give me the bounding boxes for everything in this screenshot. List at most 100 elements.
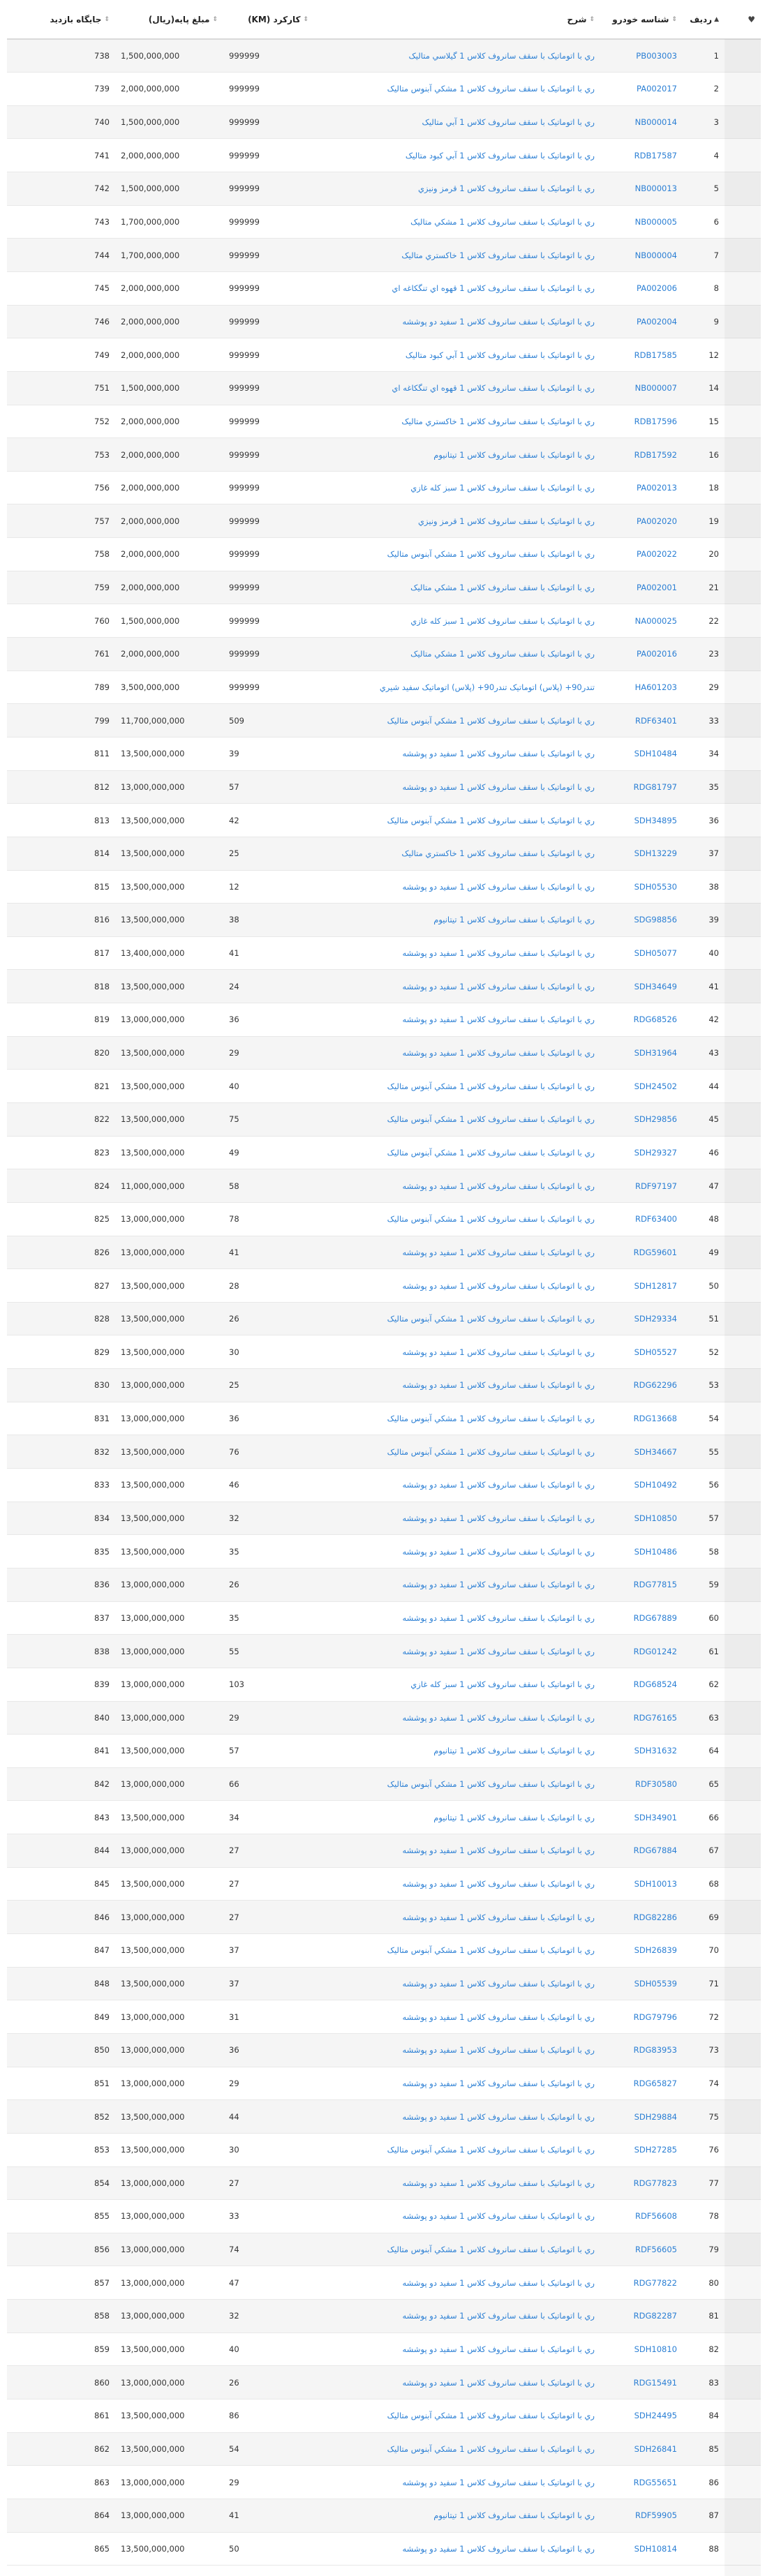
table-row[interactable]: 39 SDG98856 ري با اتوماتيک با سقف سانروف ک… [7,903,761,937]
vehicle-id-link[interactable]: RDF56605 [635,2245,677,2254]
sort-icon[interactable]: ⇕ [212,16,218,23]
vehicle-description-link[interactable]: ري با اتوماتيک با سقف سانروف کلاس 1 سفيد… [402,1613,595,1623]
row-select-cell[interactable] [725,1534,761,1568]
row-select-cell[interactable] [725,2133,761,2167]
vehicle-description-link[interactable]: ري با اتوماتيک با سقف سانروف کلاس 1 مشکي… [387,816,595,825]
vehicle-description-link[interactable]: ري با اتوماتيک با سقف سانروف کلاس 1 سفيد… [402,782,595,792]
table-row[interactable]: 49 RDG59601 ري با اتوماتيک با سقف سانروف ک… [7,1236,761,1270]
vehicle-id-link[interactable]: PB003003 [636,51,677,61]
row-select-cell[interactable] [725,1634,761,1668]
vehicle-id-link[interactable]: RDG76165 [634,1713,677,1723]
row-select-cell[interactable] [725,1468,761,1502]
row-select-cell[interactable] [725,1767,761,1802]
table-row[interactable]: 73 RDG83953 ري با اتوماتيک با سقف سانروف ک… [7,2033,761,2067]
vehicle-id-link[interactable]: RDG68524 [634,1679,677,1689]
vehicle-description-link[interactable]: ري با اتوماتيک با سقف سانروف کلاس 1 سفيد… [402,2478,595,2487]
vehicle-id-link[interactable]: SDH13229 [634,848,677,858]
vehicle-id-link[interactable]: SDH31632 [634,1746,677,1755]
vehicle-description-link[interactable]: ري با اتوماتيک با سقف سانروف کلاس 1 تيتا… [433,1813,595,1822]
vehicle-description-link[interactable]: ري با اتوماتيک با سقف سانروف کلاس 1 مشکي… [387,1081,595,1091]
row-select-cell[interactable] [725,2432,761,2466]
vehicle-description-link[interactable]: ري با اتوماتيک با سقف سانروف کلاس 1 مشکي… [387,1779,595,1789]
vehicle-id-link[interactable]: SDG98856 [634,915,677,924]
vehicle-description-link[interactable]: ري با اتوماتيک با سقف سانروف کلاس 1 سفيد… [402,1281,595,1291]
table-row[interactable]: 44 SDH24502 ري با اتوماتيک با سقف سانروف ک… [7,1069,761,1103]
table-row[interactable]: 41 SDH34649 ري با اتوماتيک با سقف سانروف ک… [7,969,761,1004]
table-row[interactable]: 23 PA002016 ري با اتوماتيک با سقف سانروف ک… [7,637,761,671]
table-row[interactable]: 81 RDG82287 ري با اتوماتيک با سقف سانروف ک… [7,2299,761,2333]
row-select-cell[interactable] [725,1834,761,1868]
vehicle-description-link[interactable]: ري با اتوماتيک با سقف سانروف کلاس 1 قرمز… [418,184,595,193]
row-select-cell[interactable] [725,2465,761,2499]
table-row[interactable]: 54 RDG13668 ري با اتوماتيک با سقف سانروف ک… [7,1402,761,1436]
vehicle-id-link[interactable]: SDH29856 [634,1114,677,1124]
vehicle-id-link[interactable]: SDH26839 [634,1945,677,1955]
table-row[interactable]: 76 SDH27285 ري با اتوماتيک با سقف سانروف ک… [7,2133,761,2167]
row-select-cell[interactable] [725,1402,761,1436]
row-select-cell[interactable] [725,271,761,306]
vehicle-description-link[interactable]: ري با اتوماتيک با سقف سانروف کلاس 1 مشکي… [410,217,595,227]
table-row[interactable]: 78 RDF56608 ري با اتوماتيک با سقف سانروف ک… [7,2199,761,2233]
row-select-cell[interactable] [725,2532,761,2566]
vehicle-id-link[interactable]: SDH05530 [634,882,677,892]
table-row[interactable]: 62 RDG68524 ري با اتوماتيک با سقف سانروف ک… [7,1668,761,1702]
vehicle-id-link[interactable]: RDG79796 [634,2012,677,2022]
vehicle-description-link[interactable]: ري با اتوماتيک با سقف سانروف کلاس 1 سفيد… [402,1513,595,1523]
row-select-cell[interactable] [725,105,761,140]
row-select-cell[interactable] [725,39,761,73]
table-row[interactable]: 40 SDH05077 ري با اتوماتيک با سقف سانروف ک… [7,936,761,971]
table-row[interactable]: 69 RDG82286 ري با اتوماتيک با سقف سانروف ک… [7,1900,761,1935]
vehicle-id-link[interactable]: SDH34667 [634,1447,677,1457]
vehicle-id-link[interactable]: SDH10013 [634,1879,677,1889]
row-select-cell[interactable] [725,2299,761,2333]
row-select-cell[interactable] [725,671,761,705]
vehicle-description-link[interactable]: ري با اتوماتيک با سقف سانروف کلاس 1 تيتا… [433,450,595,460]
row-select-cell[interactable] [725,537,761,571]
vehicle-id-link[interactable]: RDG67884 [634,1845,677,1855]
vehicle-description-link[interactable]: ري با اتوماتيک با سقف سانروف کلاس 1 مشکي… [410,583,595,592]
row-select-cell[interactable] [725,1734,761,1768]
row-select-cell[interactable] [725,205,761,239]
row-select-cell[interactable] [725,1601,761,1635]
vehicle-id-link[interactable]: SDH05527 [634,1347,677,1357]
vehicle-id-link[interactable]: RDF63401 [635,716,677,726]
header-vehicle-id[interactable]: ⇕شناسه خودرو [600,0,683,40]
row-select-cell[interactable] [725,2399,761,2433]
vehicle-description-link[interactable]: ري با اتوماتيک با سقف سانروف کلاس 1 سفيد… [402,1248,595,1257]
table-row[interactable]: 63 RDG76165 ري با اتوماتيک با سقف سانروف ک… [7,1701,761,1735]
table-row[interactable]: 15 RDB17596 ري با اتوماتيک با سقف سانروف ک… [7,405,761,439]
vehicle-id-link[interactable]: RDF59905 [635,2510,677,2520]
vehicle-id-link[interactable]: RDB17585 [634,350,677,360]
vehicle-description-link[interactable]: ري با اتوماتيک با سقف سانروف کلاس 1 خاکس… [401,848,595,858]
vehicle-description-link[interactable]: ري با اتوماتيک با سقف سانروف کلاس 1 سفيد… [402,2045,595,2055]
vehicle-description-link[interactable]: ري با اتوماتيک با سقف سانروف کلاس 1 مشکي… [387,549,595,559]
vehicle-description-link[interactable]: ري با اتوماتيک با سقف سانروف کلاس 1 مشکي… [387,1214,595,1224]
row-select-cell[interactable] [725,1036,761,1070]
vehicle-id-link[interactable]: PA002016 [637,649,677,659]
table-row[interactable]: 68 SDH10013 ري با اتوماتيک با سقف سانروف ک… [7,1867,761,1901]
vehicle-description-link[interactable]: ري با اتوماتيک با سقف سانروف کلاس 1 آبي … [422,117,595,127]
table-row[interactable]: 55 SDH34667 ري با اتوماتيک با سقف سانروف ک… [7,1435,761,1469]
table-row[interactable]: 60 RDG67889 ري با اتوماتيک با سقف سانروف ک… [7,1601,761,1635]
sort-icon[interactable]: ⇕ [104,16,110,23]
row-select-cell[interactable] [725,1003,761,1037]
vehicle-description-link[interactable]: ري با اتوماتيک با سقف سانروف کلاس 1 سفيد… [402,1879,595,1889]
table-row[interactable]: 66 SDH34901 ري با اتوماتيک با سقف سانروف ک… [7,1800,761,1835]
row-select-cell[interactable] [725,1668,761,1702]
vehicle-id-link[interactable]: PA002013 [637,483,677,493]
vehicle-description-link[interactable]: ري با اتوماتيک با سقف سانروف کلاس 1 خاکس… [401,250,595,260]
vehicle-description-link[interactable]: ري با اتوماتيک با سقف سانروف کلاس 1 سفيد… [402,317,595,327]
vehicle-description-link[interactable]: ري با اتوماتيک با سقف سانروف کلاس 1 مشکي… [387,2145,595,2155]
table-row[interactable]: 12 RDB17585 ري با اتوماتيک با سقف سانروف ک… [7,338,761,372]
table-row[interactable]: 59 RDG77815 ري با اتوماتيک با سقف سانروف ک… [7,1568,761,1602]
row-select-cell[interactable] [725,2166,761,2201]
row-select-cell[interactable] [725,172,761,206]
vehicle-description-link[interactable]: ري با اتوماتيک با سقف سانروف کلاس 1 سبز … [410,483,595,493]
table-row[interactable]: 88 SDH10814 ري با اتوماتيک با سقف سانروف ک… [7,2532,761,2566]
vehicle-id-link[interactable]: NA000025 [635,616,677,626]
table-row[interactable]: 8 PA002006 ري با اتوماتيک با سقف سانروف کل… [7,271,761,306]
row-select-cell[interactable] [725,936,761,971]
table-row[interactable]: 58 SDH10486 ري با اتوماتيک با سقف سانروف ک… [7,1534,761,1568]
row-select-cell[interactable] [725,1867,761,1901]
table-row[interactable]: 36 SDH34895 ري با اتوماتيک با سقف سانروف ک… [7,803,761,837]
